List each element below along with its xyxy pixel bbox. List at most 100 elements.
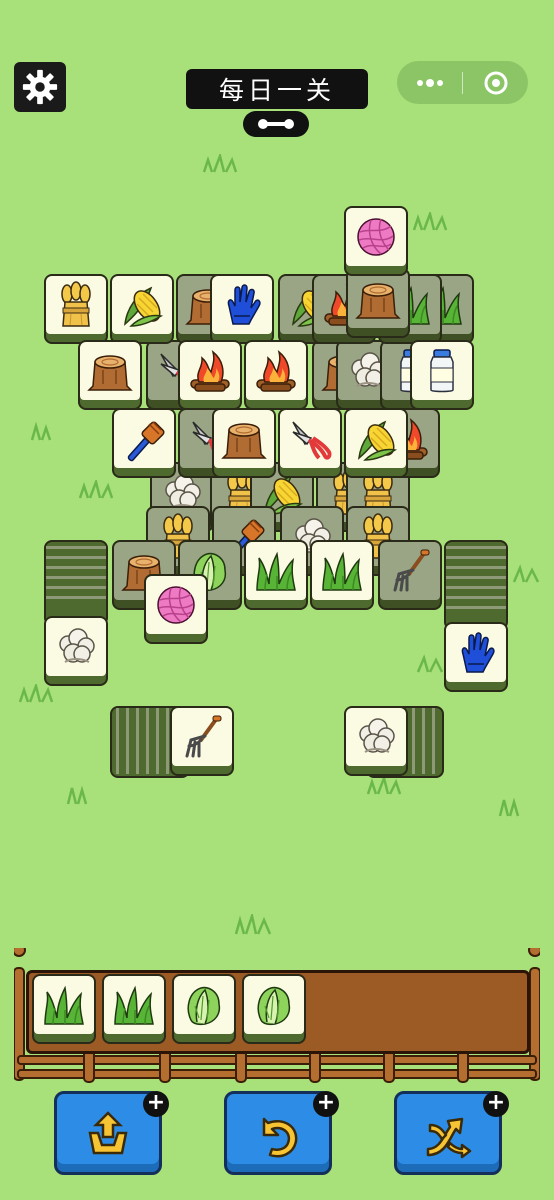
target-close-icon [484,71,507,94]
undo-icon [262,1117,298,1158]
stack-edge [432,708,435,774]
grass-decoration [30,422,52,441]
miniprogram-capsule [397,61,528,104]
tile-wheat[interactable] [44,274,108,344]
grass-icon [317,546,367,596]
brush-icon [119,414,169,464]
grass-decoration [234,914,272,935]
undo-plus-badge[interactable]: + [313,1091,339,1117]
grass-decoration [416,654,444,673]
stack-edge [446,566,506,569]
tile-campfire[interactable] [178,340,242,410]
stack-edge [412,708,415,774]
campfire-icon [185,346,235,396]
yarn-icon [351,212,401,262]
stump-icon [219,414,269,464]
settings-button[interactable] [14,62,66,112]
tile-brush[interactable] [112,408,176,478]
stack-edge [146,708,149,774]
shuffle-plus-badge[interactable]: + [483,1091,509,1117]
grass-icon [109,980,159,1030]
grass-decoration [512,564,540,583]
pitchfork-icon [177,712,227,762]
pop-out-plus-badge[interactable]: + [143,1091,169,1117]
tray-tile-grass [32,974,96,1044]
stump-icon [85,346,135,396]
cabbage-icon [179,980,229,1030]
tray-tile-cabbage [242,974,306,1044]
more-dots-icon [416,78,443,87]
stack-edge [46,576,106,579]
grass-icon [39,980,89,1030]
link-icon [258,119,294,129]
tile-campfire[interactable] [244,340,308,410]
cauliflower-icon [351,712,401,762]
grass-decoration [202,154,238,173]
corn-icon [351,414,401,464]
tile-covered [378,540,442,610]
grass-decoration [366,776,402,795]
stack-edge [446,546,506,549]
stack-edge [446,556,506,559]
tile-pitchfork[interactable] [170,706,234,776]
level-title: 每日一关 [186,69,368,109]
grass-decoration [498,797,520,817]
tile-cauliflower[interactable] [344,706,408,776]
grass-decoration [78,480,114,499]
shuffle-icon [426,1117,472,1159]
tile-yarn[interactable] [144,574,208,644]
tile-corn[interactable] [110,274,174,344]
tray-tile-grass [102,974,166,1044]
stack-edge [116,708,119,774]
stack-edge [446,596,506,599]
grass-icon [251,546,301,596]
stack-edge [156,708,159,774]
more-button[interactable] [397,78,462,88]
stack-edge [46,596,106,599]
tile-glove[interactable] [210,274,274,344]
tile-yarn[interactable] [344,206,408,276]
wheat-icon [51,280,101,330]
stack-edge [46,566,106,569]
tray-tile-cabbage [172,974,236,1044]
stack-edge [46,586,106,589]
yarn-icon [151,580,201,630]
stack-edge [126,708,129,774]
grass-decoration [66,785,88,805]
tile-grass[interactable] [244,540,308,610]
tile-grass[interactable] [310,540,374,610]
glove-icon [217,280,267,330]
grass-decoration [412,212,448,231]
milk-bottle-icon [417,346,467,396]
stack-edge [46,556,106,559]
tile-stump[interactable] [212,408,276,478]
tile-stack-right [444,540,508,630]
link-badge [243,111,309,137]
close-button[interactable] [463,70,528,96]
stack-edge [446,576,506,579]
tile-stump[interactable] [78,340,142,410]
cauliflower-icon [51,622,101,672]
grass-decoration [18,684,54,703]
corn-icon [117,280,167,330]
stack-edge [446,586,506,589]
gear-icon [22,69,58,105]
stack-edge [136,708,139,774]
campfire-icon [251,346,301,396]
tile-covered [346,268,410,338]
stack-edge [46,546,106,549]
shears-icon [285,414,335,464]
stack-edge [446,606,506,609]
tile-cauliflower[interactable] [44,616,108,686]
glove-icon [451,628,501,678]
level-title-text: 每日一关 [218,76,335,105]
tile-stack-left [44,540,108,626]
tile-glove[interactable] [444,622,508,692]
pop-out-icon [88,1111,128,1155]
tile-milk[interactable] [410,340,474,410]
stack-edge [422,708,425,774]
stack-edge [166,708,169,774]
cabbage-icon [249,980,299,1030]
tile-corn[interactable] [344,408,408,478]
tile-shears[interactable] [278,408,342,478]
